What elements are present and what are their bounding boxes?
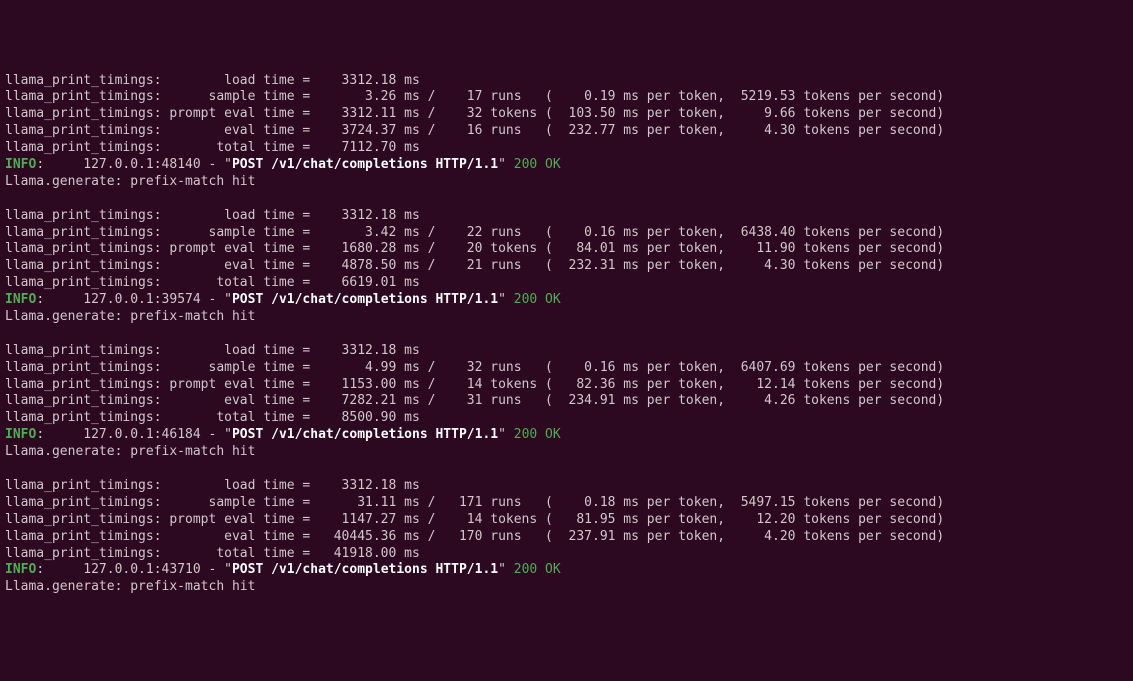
info-request: POST /v1/chat/completions HTTP/1.1 <box>232 562 498 577</box>
info-request: POST /v1/chat/completions HTTP/1.1 <box>232 157 498 172</box>
timing-line: llama_print_timings: load time = 3312.18… <box>5 208 1128 225</box>
timing-line: llama_print_timings: load time = 3312.18… <box>5 478 1128 495</box>
blank-line <box>5 191 1128 208</box>
timing-line: llama_print_timings: eval time = 3724.37… <box>5 123 1128 140</box>
info-mid: " <box>498 427 514 442</box>
info-address: : 127.0.0.1:48140 - " <box>36 157 232 172</box>
timing-line: llama_print_timings: prompt eval time = … <box>5 377 1128 394</box>
terminal-output: llama_print_timings: load time = 3312.18… <box>5 73 1128 597</box>
timing-line: llama_print_timings: prompt eval time = … <box>5 106 1128 123</box>
info-status: 200 OK <box>514 427 561 442</box>
info-mid: " <box>498 292 514 307</box>
info-status: 200 OK <box>514 292 561 307</box>
info-address: : 127.0.0.1:46184 - " <box>36 427 232 442</box>
info-request: POST /v1/chat/completions HTTP/1.1 <box>232 427 498 442</box>
info-mid: " <box>498 157 514 172</box>
generate-line: Llama.generate: prefix-match hit <box>5 579 1128 596</box>
timing-line: llama_print_timings: sample time = 3.42 … <box>5 225 1128 242</box>
info-label: INFO <box>5 157 36 172</box>
blank-line <box>5 326 1128 343</box>
timing-line: llama_print_timings: load time = 3312.18… <box>5 343 1128 360</box>
info-label: INFO <box>5 562 36 577</box>
timing-line: llama_print_timings: sample time = 31.11… <box>5 495 1128 512</box>
generate-line: Llama.generate: prefix-match hit <box>5 444 1128 461</box>
timing-line: llama_print_timings: total time = 6619.0… <box>5 275 1128 292</box>
info-status: 200 OK <box>514 562 561 577</box>
timing-line: llama_print_timings: prompt eval time = … <box>5 241 1128 258</box>
info-address: : 127.0.0.1:43710 - " <box>36 562 232 577</box>
blank-line <box>5 461 1128 478</box>
timing-line: llama_print_timings: eval time = 7282.21… <box>5 393 1128 410</box>
timing-line: llama_print_timings: eval time = 40445.3… <box>5 529 1128 546</box>
info-label: INFO <box>5 427 36 442</box>
info-line: INFO: 127.0.0.1:39574 - "POST /v1/chat/c… <box>5 292 1128 309</box>
timing-line: llama_print_timings: total time = 7112.7… <box>5 140 1128 157</box>
timing-line: llama_print_timings: load time = 3312.18… <box>5 73 1128 90</box>
timing-line: llama_print_timings: total time = 8500.9… <box>5 410 1128 427</box>
info-mid: " <box>498 562 514 577</box>
generate-line: Llama.generate: prefix-match hit <box>5 309 1128 326</box>
info-label: INFO <box>5 292 36 307</box>
timing-line: llama_print_timings: sample time = 4.99 … <box>5 360 1128 377</box>
info-line: INFO: 127.0.0.1:46184 - "POST /v1/chat/c… <box>5 427 1128 444</box>
generate-line: Llama.generate: prefix-match hit <box>5 174 1128 191</box>
info-status: 200 OK <box>514 157 561 172</box>
timing-line: llama_print_timings: sample time = 3.26 … <box>5 89 1128 106</box>
timing-line: llama_print_timings: prompt eval time = … <box>5 512 1128 529</box>
timing-line: llama_print_timings: total time = 41918.… <box>5 546 1128 563</box>
info-line: INFO: 127.0.0.1:48140 - "POST /v1/chat/c… <box>5 157 1128 174</box>
info-address: : 127.0.0.1:39574 - " <box>36 292 232 307</box>
info-request: POST /v1/chat/completions HTTP/1.1 <box>232 292 498 307</box>
timing-line: llama_print_timings: eval time = 4878.50… <box>5 258 1128 275</box>
